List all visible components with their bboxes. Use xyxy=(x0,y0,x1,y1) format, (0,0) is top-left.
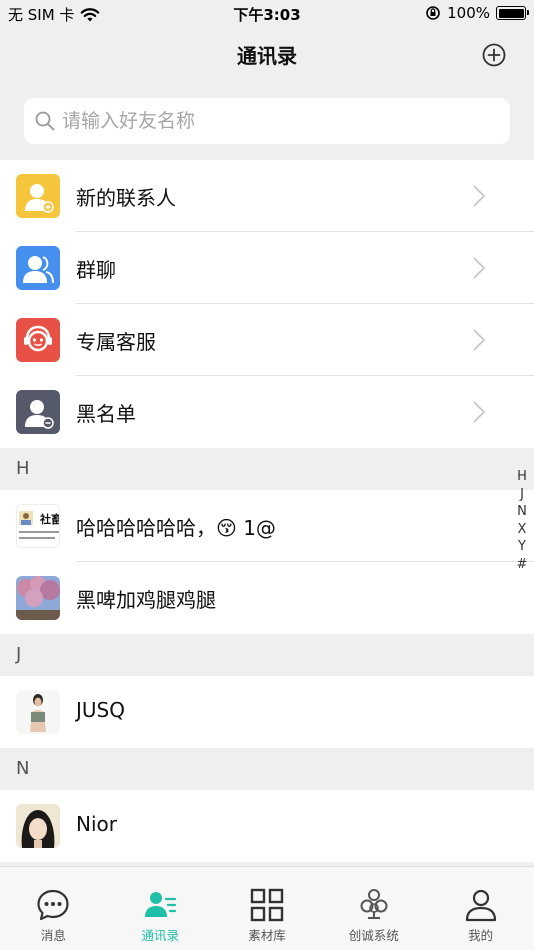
group-chat-icon xyxy=(16,246,60,290)
chevron-right-icon xyxy=(473,401,486,423)
page-title: 通讯录 xyxy=(237,44,297,68)
status-bar: 无 SIM 卡 下午3:03 100% xyxy=(0,0,534,28)
avatar xyxy=(16,690,60,734)
alphabet-index[interactable]: H J N X Y # xyxy=(515,468,529,573)
orientation-lock-icon xyxy=(426,6,440,20)
search-icon xyxy=(35,111,55,131)
plus-circle-icon[interactable] xyxy=(482,43,506,67)
tab-label: 创诚系统 xyxy=(348,928,399,943)
blacklist-icon xyxy=(16,390,60,434)
contacts-icon xyxy=(145,892,177,917)
index-letter[interactable]: J xyxy=(520,486,524,504)
chevron-right-icon xyxy=(473,257,486,279)
chat-bubble-icon xyxy=(37,889,69,921)
search-input[interactable] xyxy=(62,110,482,132)
contact-list: 新的联系人 群聊 专属客服 黑名单 H 社畜 哈哈哈哈哈哈，😚 1@ 黑啤加鸡腿… xyxy=(0,160,534,862)
new-contact-label: 新的联系人 xyxy=(76,186,176,210)
contact-row[interactable]: Nior xyxy=(0,790,534,862)
tab-profile[interactable]: 我的 xyxy=(427,867,534,950)
chevron-right-icon xyxy=(473,329,486,351)
tab-label: 素材库 xyxy=(248,928,286,943)
tab-label: 我的 xyxy=(468,928,494,943)
contact-row[interactable]: 社畜 哈哈哈哈哈哈，😚 1@ xyxy=(0,490,534,562)
section-header-j: J xyxy=(0,634,534,676)
contact-name: JUSQ xyxy=(76,698,125,722)
blacklist-label: 黑名单 xyxy=(76,402,136,426)
new-contact-icon xyxy=(16,174,60,218)
customer-service-icon xyxy=(16,318,60,362)
battery-fill xyxy=(498,8,524,18)
new-contact-row[interactable]: 新的联系人 xyxy=(0,160,534,232)
blacklist-row[interactable]: 黑名单 xyxy=(0,376,534,448)
contact-name: 黑啤加鸡腿鸡腿 xyxy=(76,588,216,612)
tab-label: 通讯录 xyxy=(141,928,179,943)
customer-service-label: 专属客服 xyxy=(76,330,156,354)
nav-header: 通讯录 xyxy=(0,28,534,84)
grid-icon xyxy=(250,888,284,922)
index-letter[interactable]: Y xyxy=(518,538,526,556)
index-letter[interactable]: # xyxy=(517,556,528,574)
group-chat-label: 群聊 xyxy=(76,258,116,282)
avatar xyxy=(16,804,60,848)
tab-system[interactable]: 创诚系统 xyxy=(320,867,427,950)
section-header-n: N xyxy=(0,748,534,790)
tab-contacts[interactable]: 通讯录 xyxy=(107,867,214,950)
chevron-right-icon xyxy=(473,185,486,207)
avatar xyxy=(16,576,60,620)
section-header-h: H xyxy=(0,448,534,490)
tab-material-library[interactable]: 素材库 xyxy=(214,867,321,950)
tab-label: 消息 xyxy=(40,928,66,943)
contact-name: 哈哈哈哈哈哈，😚 1@ xyxy=(76,516,276,540)
avatar: 社畜 xyxy=(16,504,60,548)
avatar-text: 社畜 xyxy=(39,512,60,526)
profile-icon xyxy=(465,889,496,922)
battery-icon xyxy=(496,6,529,20)
index-letter[interactable]: X xyxy=(518,521,527,539)
tab-bar: 消息 通讯录 素材库 创诚系统 我的 xyxy=(0,866,534,950)
system-logo-icon xyxy=(360,889,388,919)
customer-service-row[interactable]: 专属客服 xyxy=(0,304,534,376)
search-bar[interactable] xyxy=(24,98,510,144)
index-letter[interactable]: N xyxy=(517,503,527,521)
contact-name: Nior xyxy=(76,812,117,836)
contact-row[interactable]: JUSQ xyxy=(0,676,534,748)
status-right: 100% xyxy=(425,4,529,22)
battery-percent: 100% xyxy=(447,4,490,22)
group-chat-row[interactable]: 群聊 xyxy=(0,232,534,304)
index-letter[interactable]: H xyxy=(517,468,527,486)
contact-row[interactable]: 黑啤加鸡腿鸡腿 xyxy=(0,562,534,634)
tab-messages[interactable]: 消息 xyxy=(0,867,107,950)
